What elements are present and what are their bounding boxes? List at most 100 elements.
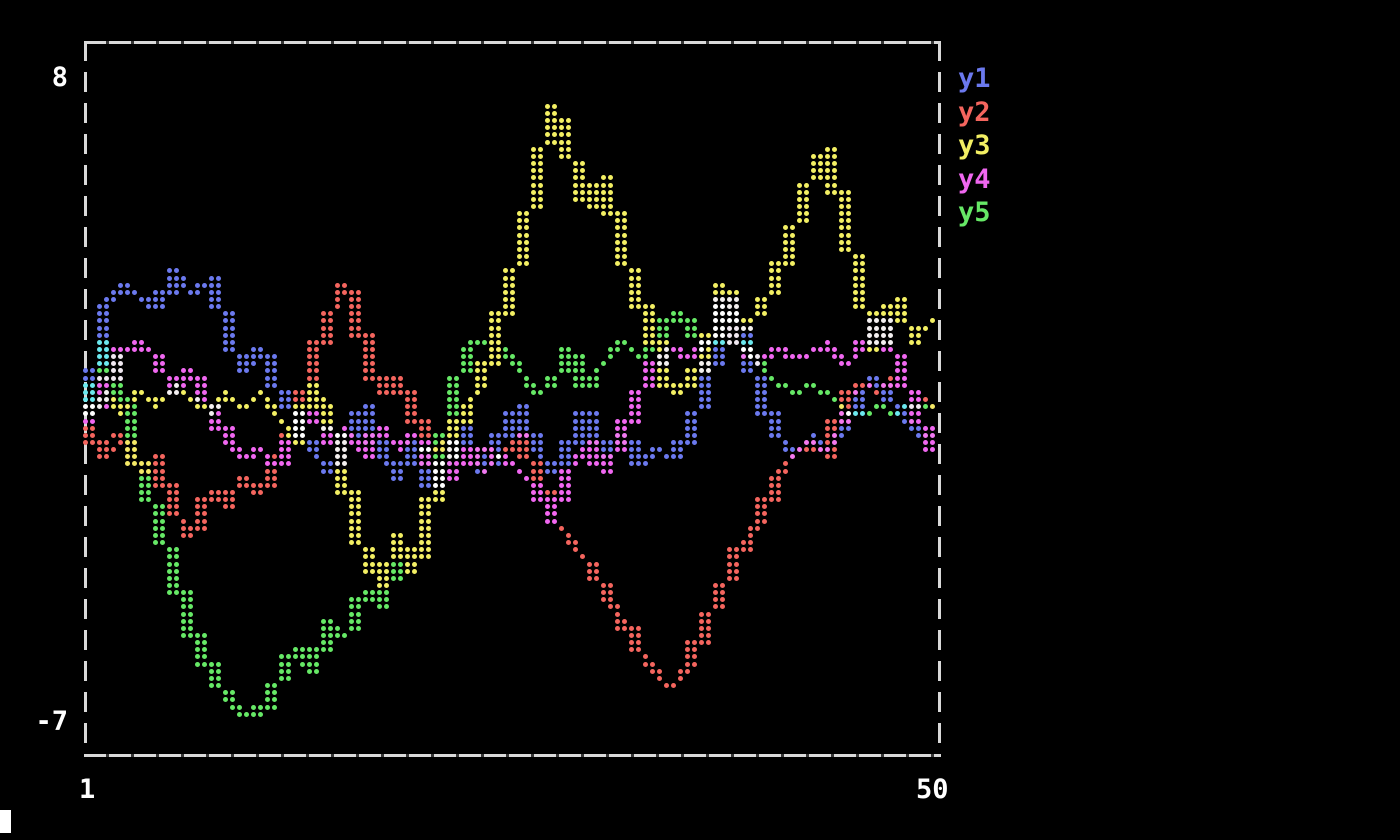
- data-point-dot: [580, 197, 585, 202]
- data-point-dot: [167, 483, 172, 488]
- data-point-dot: [510, 433, 515, 438]
- data-point-dot: [664, 333, 669, 338]
- data-point-dot: [769, 276, 774, 281]
- data-point-dot: [132, 461, 137, 466]
- data-point-dot: [699, 340, 704, 345]
- data-point-dot: [881, 311, 886, 316]
- data-point-dot: [111, 447, 116, 452]
- data-point-dot: [286, 404, 291, 409]
- data-point-dot: [930, 440, 935, 445]
- data-point-dot: [307, 447, 312, 452]
- data-point-dot: [202, 497, 207, 502]
- data-point-dot: [643, 361, 648, 366]
- data-point-dot: [643, 340, 648, 345]
- data-point-dot: [468, 347, 473, 352]
- data-point-dot: [545, 125, 550, 130]
- data-point-dot: [622, 440, 627, 445]
- data-point-dot: [587, 426, 592, 431]
- data-point-dot: [349, 311, 354, 316]
- data-point-dot: [335, 297, 340, 302]
- data-point-dot: [762, 397, 767, 402]
- data-point-dot: [860, 261, 865, 266]
- data-point-dot: [580, 426, 585, 431]
- data-point-dot: [104, 383, 109, 388]
- data-point-dot: [769, 497, 774, 502]
- data-point-dot: [279, 404, 284, 409]
- data-point-dot: [496, 454, 501, 459]
- data-point-dot: [860, 268, 865, 273]
- data-point-dot: [419, 433, 424, 438]
- data-point-dot: [748, 326, 753, 331]
- data-point-dot: [272, 697, 277, 702]
- data-point-dot: [566, 469, 571, 474]
- data-point-dot: [720, 297, 725, 302]
- data-point-dot: [769, 433, 774, 438]
- data-point-dot: [888, 411, 893, 416]
- data-point-dot: [839, 197, 844, 202]
- data-point-dot: [398, 533, 403, 538]
- data-point-dot: [741, 347, 746, 352]
- data-point-dot: [398, 569, 403, 574]
- data-point-dot: [727, 326, 732, 331]
- data-point-dot: [895, 304, 900, 309]
- data-point-dot: [167, 497, 172, 502]
- data-point-dot: [895, 411, 900, 416]
- data-point-dot: [468, 354, 473, 359]
- data-point-dot: [125, 411, 130, 416]
- data-point-dot: [622, 419, 627, 424]
- data-point-dot: [167, 554, 172, 559]
- data-point-dot: [237, 361, 242, 366]
- data-point-dot: [300, 662, 305, 667]
- data-point-dot: [496, 447, 501, 452]
- data-point-dot: [622, 626, 627, 631]
- data-point-dot: [713, 583, 718, 588]
- data-point-dot: [209, 490, 214, 495]
- data-point-dot: [797, 354, 802, 359]
- data-point-dot: [608, 211, 613, 216]
- data-point-dot: [265, 454, 270, 459]
- data-point-dot: [419, 511, 424, 516]
- data-point-dot: [258, 354, 263, 359]
- data-point-dot: [307, 340, 312, 345]
- data-point-dot: [419, 519, 424, 524]
- data-point-dot: [594, 204, 599, 209]
- data-point-dot: [699, 376, 704, 381]
- data-point-dot: [755, 390, 760, 395]
- data-point-dot: [293, 411, 298, 416]
- data-point-dot: [356, 290, 361, 295]
- data-point-dot: [419, 533, 424, 538]
- data-point-dot: [97, 368, 102, 373]
- data-point-dot: [433, 461, 438, 466]
- data-point-dot: [895, 361, 900, 366]
- data-point-dot: [160, 454, 165, 459]
- data-point-dot: [790, 447, 795, 452]
- data-point-dot: [524, 419, 529, 424]
- data-point-dot: [356, 533, 361, 538]
- data-point-dot: [818, 447, 823, 452]
- data-point-dot: [748, 526, 753, 531]
- data-point-dot: [797, 211, 802, 216]
- data-point-dot: [454, 397, 459, 402]
- data-point-dot: [440, 447, 445, 452]
- legend-item-y1: y1: [958, 64, 991, 94]
- data-point-dot: [559, 361, 564, 366]
- data-point-dot: [720, 304, 725, 309]
- data-point-dot: [524, 433, 529, 438]
- data-point-dot: [496, 318, 501, 323]
- data-point-dot: [783, 247, 788, 252]
- data-point-dot: [720, 340, 725, 345]
- data-point-dot: [335, 290, 340, 295]
- data-point-dot: [111, 383, 116, 388]
- data-point-dot: [258, 705, 263, 710]
- data-point-dot: [391, 576, 396, 581]
- data-point-dot: [461, 426, 466, 431]
- data-point-dot: [118, 354, 123, 359]
- data-point-dot: [727, 576, 732, 581]
- data-point-dot: [482, 447, 487, 452]
- data-point-dot: [503, 268, 508, 273]
- data-point-dot: [181, 619, 186, 624]
- data-point-dot: [202, 397, 207, 402]
- data-point-dot: [188, 626, 193, 631]
- data-point-dot: [251, 490, 256, 495]
- data-point-dot: [405, 562, 410, 567]
